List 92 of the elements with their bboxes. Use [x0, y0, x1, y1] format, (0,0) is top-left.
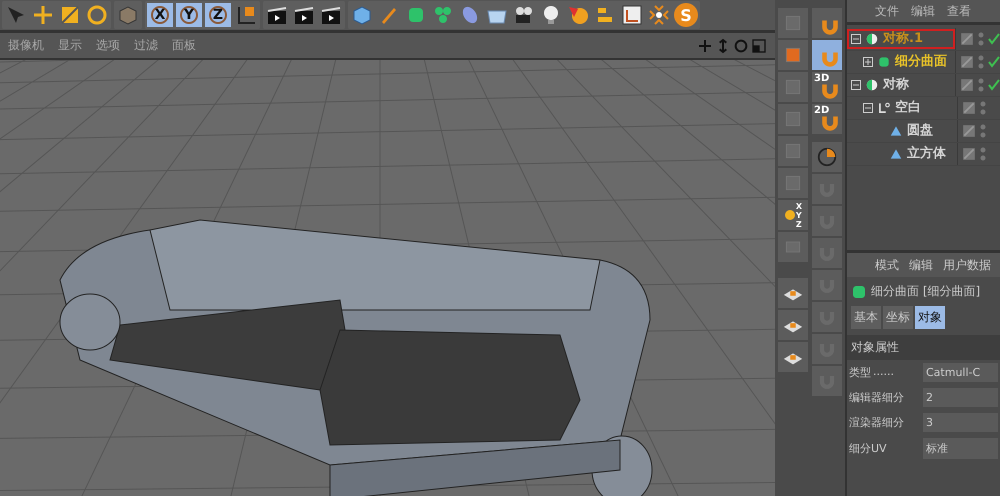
check-icon[interactable]: [988, 56, 1000, 68]
rotate-icon[interactable]: [85, 3, 109, 27]
layer-tool-button[interactable]: [778, 278, 808, 308]
grid-dots-tool-button[interactable]: [778, 72, 808, 102]
field-value[interactable]: 标准: [923, 438, 998, 459]
axis-letter: Z: [796, 220, 802, 228]
field-value[interactable]: 3: [923, 413, 998, 432]
visibility-dots-icon[interactable]: [978, 32, 984, 46]
field-label: 编辑器细分: [849, 390, 904, 405]
field-value[interactable]: 2: [923, 388, 998, 407]
box-icon: [783, 45, 803, 65]
object-tree-item[interactable]: 空白: [847, 98, 957, 118]
leader-dots: ......: [873, 365, 894, 380]
axis-letter: Y: [796, 210, 802, 220]
tag-slot-icon[interactable]: [960, 32, 974, 46]
object-name: 对称: [883, 78, 909, 92]
snap-button[interactable]: 2D: [812, 104, 842, 134]
attribute-menu-item[interactable]: 编辑: [909, 256, 933, 274]
tag-slot-icon[interactable]: [962, 147, 976, 161]
field-label: 细分UV: [849, 441, 887, 456]
object-menu-item[interactable]: 查看: [947, 2, 971, 20]
viewport-menu-item[interactable]: 面板: [172, 37, 196, 54]
attribute-tab[interactable]: 对象: [915, 306, 945, 329]
primitive-object-icon: [889, 124, 903, 138]
viewport-menu-item[interactable]: 过滤: [134, 37, 158, 54]
collapse-icon[interactable]: [863, 103, 873, 113]
object-tree-item[interactable]: 立方体: [847, 144, 957, 164]
tag-slot-icon[interactable]: [960, 55, 974, 69]
section-header: 对象属性: [847, 335, 1000, 360]
pie-dial-icon: [816, 146, 838, 168]
axis-toggle-button[interactable]: Z: [205, 3, 231, 27]
maximize-icon[interactable]: [751, 38, 767, 54]
snap-button[interactable]: 3D: [812, 72, 842, 102]
visibility-dots-icon[interactable]: [978, 78, 984, 92]
viewport-menu-item[interactable]: 选项: [96, 37, 120, 54]
axis-tool-button[interactable]: X Y Z: [778, 200, 808, 230]
tag-slot-icon[interactable]: [960, 78, 974, 92]
visibility-dots-icon[interactable]: [978, 55, 984, 69]
visibility-dots-icon[interactable]: [980, 147, 986, 161]
snap-button[interactable]: [812, 8, 842, 38]
snap-settings-button[interactable]: [812, 142, 842, 172]
check-icon[interactable]: [988, 33, 1000, 45]
visibility-dots-icon[interactable]: [980, 124, 986, 138]
object-tree-item[interactable]: 对称.1: [847, 29, 955, 49]
app-logo-icon[interactable]: S: [674, 3, 698, 27]
object-menu-item[interactable]: 文件: [875, 2, 899, 20]
picture-viewer-icon[interactable]: [620, 3, 644, 27]
primitive-object-icon: [889, 147, 903, 161]
viewport-menu-item[interactable]: 摄像机: [8, 37, 44, 54]
object-tree-item[interactable]: 圆盘: [847, 121, 957, 141]
box-tool-button[interactable]: [778, 40, 808, 70]
layer-tool-button[interactable]: [778, 342, 808, 372]
pan-icon[interactable]: [697, 38, 713, 54]
field-label: 渲染器细分: [849, 415, 904, 430]
object-name: 空白: [895, 101, 921, 115]
check-icon[interactable]: [988, 79, 1000, 91]
object-name: 圆盘: [907, 124, 933, 138]
symmetry-object-icon: [865, 32, 879, 46]
axis-toggle-button[interactable]: X: [147, 3, 173, 27]
square-icon: [783, 141, 803, 161]
object-tree-item[interactable]: 细分曲面: [847, 52, 955, 72]
object-name: 细分曲面: [895, 55, 947, 69]
visibility-dots-icon[interactable]: [980, 101, 986, 115]
layer-tool-button[interactable]: [778, 310, 808, 340]
attribute-menu-item[interactable]: 用户数据: [943, 256, 991, 274]
axis-toggle-button[interactable]: Y: [176, 3, 202, 27]
tag-slot-icon[interactable]: [962, 124, 976, 138]
object-tree-item[interactable]: 对称: [847, 75, 955, 95]
move-icon[interactable]: [31, 3, 55, 27]
attribute-tab[interactable]: 基本: [851, 306, 881, 329]
subdivision-object-icon: [851, 284, 867, 300]
attribute-tab[interactable]: 坐标: [883, 306, 913, 329]
expand-icon[interactable]: [863, 57, 873, 67]
axis-letter: X: [796, 202, 802, 210]
grid-dots-tool-button[interactable]: [778, 104, 808, 134]
attribute-menu-item[interactable]: 模式: [875, 256, 899, 274]
object-name: 立方体: [907, 147, 946, 161]
sculpt-icon[interactable]: [647, 3, 671, 27]
object-menu-item[interactable]: 编辑: [911, 2, 935, 20]
null-object-icon: [877, 101, 891, 115]
viewport-menu-item[interactable]: 显示: [58, 37, 82, 54]
field-value[interactable]: Catmull-C: [923, 363, 998, 382]
sphere-icon: [784, 209, 796, 221]
symmetry-object-icon: [865, 78, 879, 92]
collapse-icon[interactable]: [851, 80, 861, 90]
collapse-icon[interactable]: [851, 34, 861, 44]
subdivision-object-icon: [877, 55, 891, 69]
object-name: 对称.1: [883, 32, 923, 46]
field-label: 类型: [849, 365, 871, 380]
attribute-title: 细分曲面 [细分曲面]: [871, 283, 980, 300]
orbit-icon[interactable]: [733, 38, 749, 54]
tag-slot-icon[interactable]: [962, 101, 976, 115]
